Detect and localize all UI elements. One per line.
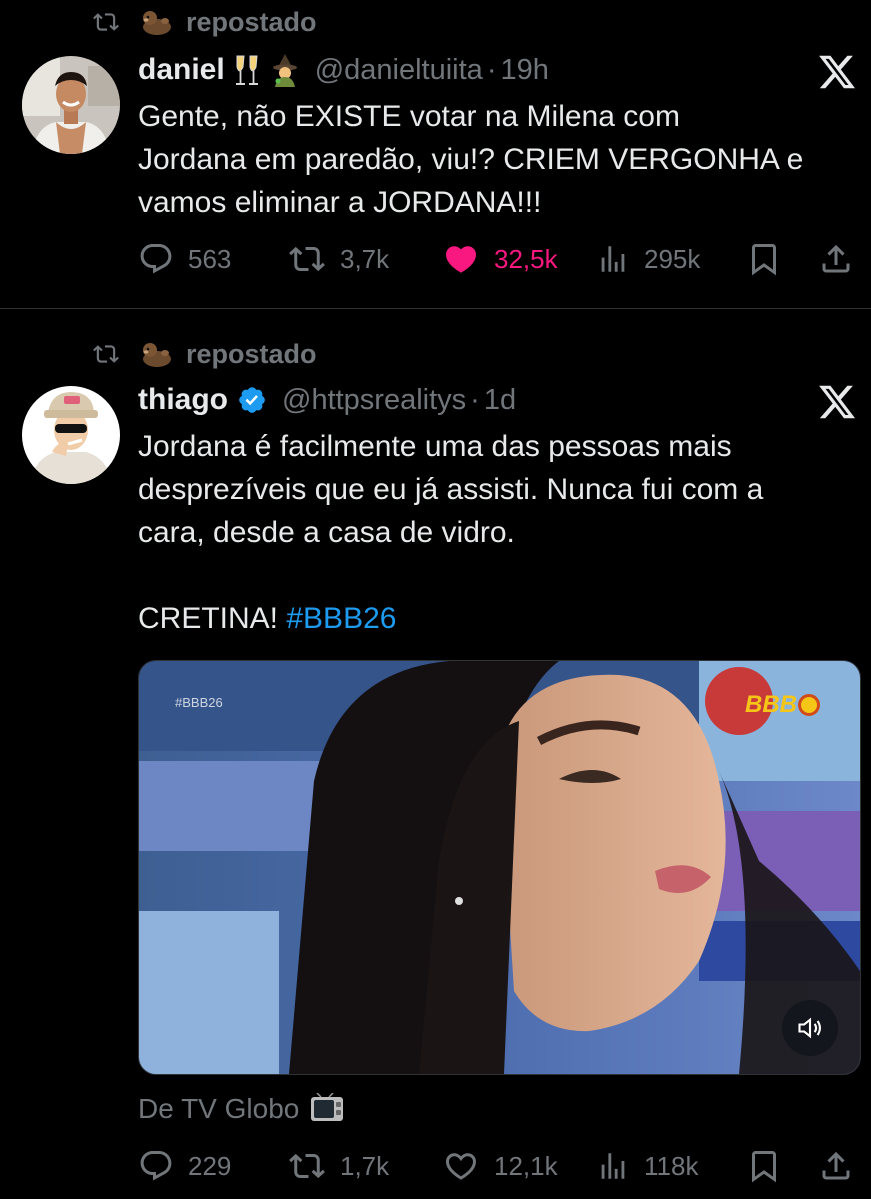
bbb-logo: BBB xyxy=(745,691,820,719)
repost-count: 1,7k xyxy=(340,1150,390,1181)
speaker-icon xyxy=(798,1017,821,1039)
timestamp[interactable]: 19h xyxy=(500,54,548,86)
bookmark-button[interactable] xyxy=(746,1144,796,1188)
repost-button[interactable]: 3,7k xyxy=(288,237,389,281)
x-logo-icon xyxy=(819,385,856,419)
action-bar: 229 1,7k 12,1k 118k xyxy=(138,1144,858,1188)
views-button[interactable]: 118k xyxy=(596,1144,698,1188)
video-frame xyxy=(139,661,860,1074)
timestamp[interactable]: 1d xyxy=(484,384,516,416)
display-name[interactable]: daniel xyxy=(138,53,225,87)
tweet-header: thiago @httpsrealitys · 1d xyxy=(138,380,516,420)
bookmark-icon xyxy=(752,244,776,276)
tweet-text: Jordana é facilmente uma das pessoas mai… xyxy=(138,425,863,640)
repost-icon xyxy=(289,246,325,272)
x-logo-icon xyxy=(819,55,856,89)
repost-button[interactable]: 1,7k xyxy=(288,1144,389,1188)
media-source-label: De TV Globo xyxy=(138,1093,300,1124)
like-count: 12,1k xyxy=(494,1150,558,1181)
tweet-header: daniel @danieltuiita · 19h xyxy=(138,50,549,90)
bookmark-icon xyxy=(752,1151,776,1183)
reply-icon xyxy=(140,244,172,274)
tweet-divider xyxy=(0,308,871,309)
hashtag-link[interactable]: #BBB26 xyxy=(286,602,396,635)
watermark-hashtag: #BBB26 xyxy=(175,695,223,710)
share-icon xyxy=(822,1151,850,1180)
share-button[interactable] xyxy=(818,237,868,281)
mute-toggle-button[interactable] xyxy=(782,1000,838,1056)
repost-indicator[interactable]: repostado xyxy=(90,336,317,372)
reply-icon xyxy=(140,1151,172,1181)
reply-button[interactable]: 229 xyxy=(138,1144,231,1188)
tweet-body: Jordana é facilmente uma das pessoas mai… xyxy=(138,430,764,635)
avatar[interactable] xyxy=(22,56,120,154)
champagne-emoji-icon xyxy=(231,53,263,87)
media-source[interactable]: De TV Globo xyxy=(138,1093,345,1125)
views-count: 118k xyxy=(644,1150,699,1181)
reposter-avatar xyxy=(140,339,174,369)
bbb-eye-icon xyxy=(798,694,820,716)
reply-count: 563 xyxy=(188,243,232,274)
video-player[interactable]: #BBB26 BBB xyxy=(138,660,861,1075)
views-button[interactable]: 295k xyxy=(596,237,700,281)
tweet-1[interactable]: repostado daniel @danieltuiita · 19h Gen… xyxy=(0,0,871,308)
display-name[interactable]: thiago xyxy=(138,383,228,417)
views-icon xyxy=(601,246,625,272)
avatar[interactable] xyxy=(22,386,120,484)
witch-emoji-icon xyxy=(269,53,301,87)
action-bar: 563 3,7k 32,5k 295k xyxy=(138,237,858,281)
repost-label: repostado xyxy=(186,338,317,369)
share-button[interactable] xyxy=(818,1144,868,1188)
repost-icon xyxy=(93,345,119,363)
heart-filled-icon xyxy=(445,246,477,273)
reply-count: 229 xyxy=(188,1150,232,1181)
views-icon xyxy=(601,1153,625,1179)
reposter-avatar xyxy=(140,7,174,37)
repost-label: repostado xyxy=(186,6,317,37)
repost-icon xyxy=(289,1153,325,1179)
tweet-2[interactable]: repostado thiago @httpsrealitys · 1d Jor… xyxy=(0,310,871,1199)
bookmark-button[interactable] xyxy=(746,237,796,281)
like-button[interactable]: 12,1k xyxy=(442,1144,558,1188)
handle[interactable]: @httpsrealitys xyxy=(282,384,466,416)
like-count: 32,5k xyxy=(494,243,558,274)
reply-button[interactable]: 563 xyxy=(138,237,231,281)
repost-icon xyxy=(93,13,119,31)
like-button[interactable]: 32,5k xyxy=(442,237,558,281)
views-count: 295k xyxy=(644,243,701,274)
repost-indicator[interactable]: repostado xyxy=(90,4,317,40)
tweet-text: Gente, não EXISTE votar na Milena com Jo… xyxy=(138,100,804,219)
tv-emoji-icon xyxy=(309,1093,345,1125)
handle[interactable]: @danieltuiita xyxy=(315,54,483,86)
separator: · xyxy=(486,53,497,86)
separator: · xyxy=(470,383,480,416)
heart-outline-icon xyxy=(445,1153,477,1180)
share-icon xyxy=(822,244,850,273)
verified-badge-icon xyxy=(236,383,268,417)
repost-count: 3,7k xyxy=(340,243,390,274)
